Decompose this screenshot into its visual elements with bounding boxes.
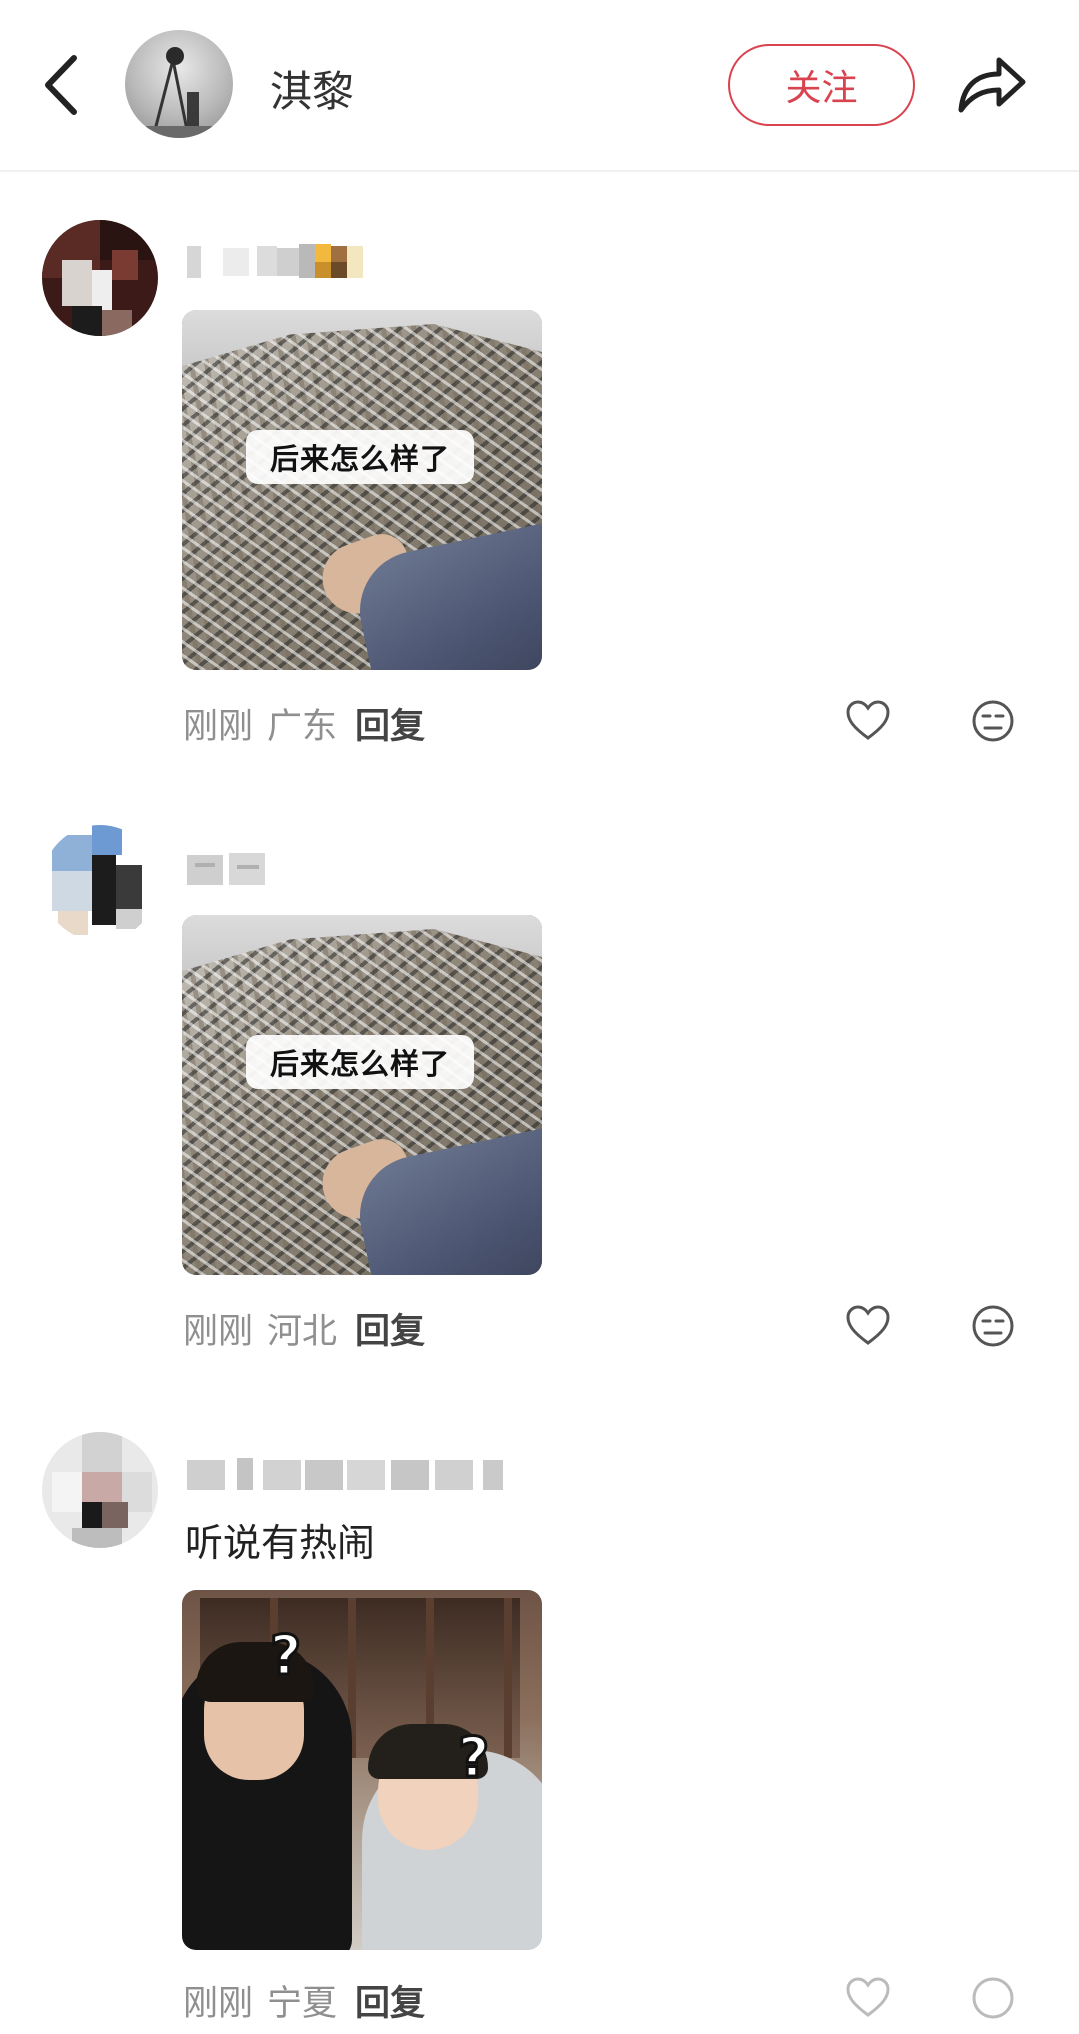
image-backdrop bbox=[182, 915, 542, 971]
neutral-face-icon bbox=[972, 1305, 1014, 1347]
comment-time: 刚刚 bbox=[183, 707, 254, 747]
comment-location: 河北 bbox=[267, 1312, 338, 1352]
comment-image[interactable]: ? ? bbox=[182, 1590, 542, 1950]
dislike-button[interactable] bbox=[971, 1304, 1015, 1348]
top-bar: 淇黎 关注 bbox=[0, 0, 1079, 172]
commenter-username bbox=[185, 1452, 545, 1496]
commenter-avatar[interactable] bbox=[42, 825, 158, 941]
commenter-username bbox=[185, 847, 275, 891]
reply-button[interactable]: 回复 bbox=[355, 707, 425, 747]
two-people-image: ? ? bbox=[182, 1590, 542, 1950]
pixelated-avatar-image bbox=[42, 220, 158, 336]
comment-image[interactable]: 后来怎么样了 bbox=[182, 915, 542, 1275]
heart-icon bbox=[846, 1305, 890, 1345]
comment-time: 刚刚 bbox=[183, 1312, 254, 1352]
sunflower-seeds-image: 后来怎么样了 bbox=[182, 310, 542, 670]
share-arrow-icon bbox=[958, 57, 1026, 113]
comment-location: 宁夏 bbox=[267, 1984, 338, 2024]
comment-text: 听说有热闹 bbox=[185, 1521, 376, 1565]
reply-button[interactable]: 回复 bbox=[355, 1312, 425, 1352]
image-backdrop bbox=[182, 310, 542, 366]
commenter-avatar[interactable] bbox=[42, 1432, 158, 1548]
author-name: 淇黎 bbox=[270, 67, 355, 116]
blurred-username bbox=[187, 244, 363, 278]
heart-icon bbox=[846, 1977, 890, 2017]
comment-image[interactable]: 后来怎么样了 bbox=[182, 310, 542, 670]
question-mark-left: ? bbox=[268, 1623, 302, 1689]
like-button[interactable] bbox=[845, 700, 891, 742]
question-mark-right: ? bbox=[456, 1725, 490, 1791]
commenter-username bbox=[185, 240, 365, 284]
comment-meta: 刚刚 河北 回复 bbox=[183, 1303, 425, 1354]
like-button[interactable] bbox=[845, 1305, 891, 1347]
neutral-face-icon bbox=[972, 700, 1014, 742]
image-caption: 后来怎么样了 bbox=[246, 1035, 474, 1089]
back-button[interactable] bbox=[38, 50, 88, 120]
blurred-username bbox=[187, 853, 265, 885]
reply-button[interactable]: 回复 bbox=[355, 1984, 425, 2024]
image-caption: 后来怎么样了 bbox=[246, 430, 474, 484]
comment-meta: 刚刚 宁夏 回复 bbox=[183, 1975, 425, 2026]
pixelated-avatar-image bbox=[42, 825, 158, 941]
author-avatar[interactable] bbox=[125, 30, 233, 138]
follow-button[interactable]: 关注 bbox=[728, 44, 915, 126]
pixelated-avatar-image bbox=[42, 1432, 158, 1548]
comment-location: 广东 bbox=[267, 707, 338, 747]
dislike-button[interactable] bbox=[971, 699, 1015, 743]
neutral-face-icon bbox=[972, 1977, 1014, 2019]
heart-icon bbox=[846, 700, 890, 740]
comment-meta: 刚刚 广东 回复 bbox=[183, 698, 425, 749]
share-button[interactable] bbox=[955, 52, 1027, 118]
avatar-image bbox=[125, 47, 233, 138]
blurred-username bbox=[187, 1458, 503, 1490]
comment-time: 刚刚 bbox=[183, 1984, 254, 2024]
sunflower-seeds-image: 后来怎么样了 bbox=[182, 915, 542, 1275]
dislike-button[interactable] bbox=[971, 1976, 1015, 2020]
chevron-left-icon bbox=[45, 55, 77, 115]
commenter-avatar[interactable] bbox=[42, 220, 158, 336]
like-button[interactable] bbox=[845, 1977, 891, 2019]
